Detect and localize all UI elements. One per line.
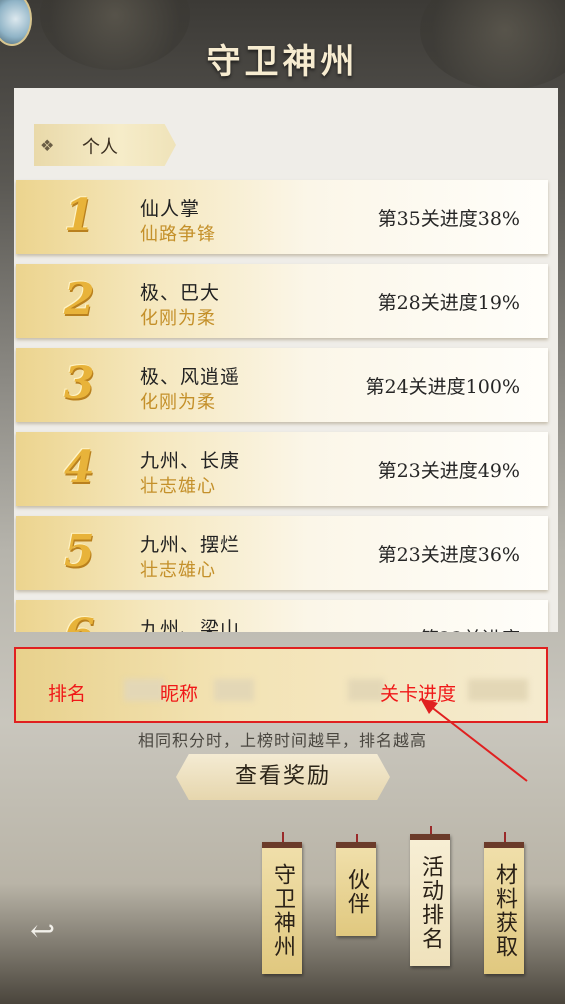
ranking-row: 4 九州、长庚 壮志雄心 第23关进度49% [16,432,548,506]
tab-personal[interactable]: ❖ 个人 [34,124,176,166]
player-nickname: 九州、梁山 [140,618,241,632]
rank-number: 6 [64,610,95,632]
rank-number: 4 [64,442,95,493]
guild-name: 化刚为柔 [140,392,216,413]
view-rewards-button[interactable]: 查看奖励 [176,754,390,800]
ranking-row: 3 极、风逍遥 化刚为柔 第24关进度100% [16,348,548,422]
guild-name: 壮志雄心 [140,560,216,581]
tab-personal-label: 个人 [82,137,118,158]
player-nickname: 极、风逍遥 [140,366,241,388]
tab-partner[interactable]: 伙伴 [336,842,376,936]
player-nickname: 仙人掌 [140,198,201,220]
stage-progress: 第35关进度38% [377,208,520,230]
stage-progress: 第28关进度19% [377,292,520,314]
blurred-value [214,679,254,701]
ranking-row: 6 九州、梁山 第23关进度 [16,600,548,632]
rank-number: 2 [64,274,95,325]
player-nickname: 九州、长庚 [140,450,241,472]
guild-name: 仙路争锋 [140,224,216,245]
tab-event-ranking[interactable]: 活动排名 [410,834,450,966]
stage-progress: 第23关进度36% [377,544,520,566]
player-nickname: 九州、摆烂 [140,534,241,556]
rank-number: 5 [64,526,95,577]
tab-material-source[interactable]: 材料获取 [484,842,524,974]
blurred-value [468,679,528,701]
rank-number: 3 [64,358,95,409]
stage-progress: 第23关进度 [420,624,520,632]
ranking-row: 2 极、巴大 化刚为柔 第28关进度19% [16,264,548,338]
ranking-panel[interactable]: ❖ 个人 1 仙人掌 仙路争锋 第35关进度38% 2 极、巴大 化刚为柔 第2… [14,88,558,632]
my-nickname-label: 昵称 [160,683,199,705]
my-progress-label: 关卡进度 [380,683,457,705]
my-rank-row: 排名 昵称 关卡进度 [14,647,548,723]
guild-name: 壮志雄心 [140,476,216,497]
ranking-row: 5 九州、摆烂 壮志雄心 第23关进度36% [16,516,548,590]
back-arrow-icon[interactable]: ↩ [30,914,55,949]
blurred-value [124,679,164,701]
blurred-value [348,679,384,701]
my-rank-label: 排名 [48,683,87,705]
ranking-rule-note: 相同积分时，上榜时间越早，排名越高 [137,731,427,750]
player-nickname: 极、巴大 [140,282,221,304]
page-title: 守卫神州 [206,42,359,82]
ranking-row: 1 仙人掌 仙路争锋 第35关进度38% [16,180,548,254]
tab-guard-shenzhou[interactable]: 守卫神州 [262,842,302,974]
stage-progress: 第23关进度49% [377,460,520,482]
rank-number: 1 [64,190,95,241]
header: 守卫神州 [0,0,565,95]
stage-progress: 第24关进度100% [365,376,521,398]
diamond-icon: ❖ [40,136,55,155]
guild-name: 化刚为柔 [140,308,216,329]
